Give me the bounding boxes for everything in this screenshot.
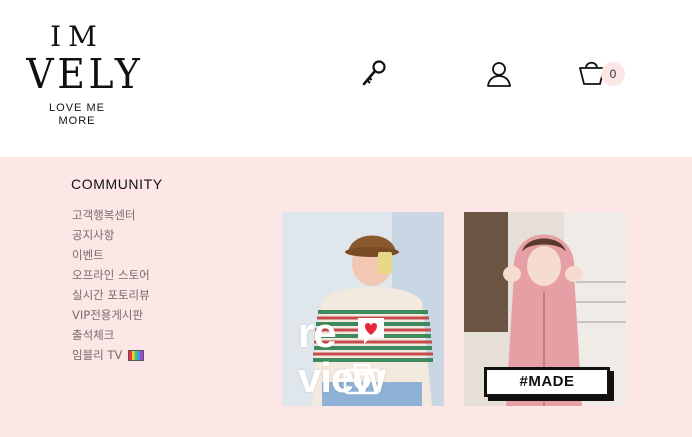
user-icon[interactable] xyxy=(485,60,513,88)
community-heading: COMMUNITY xyxy=(71,176,163,192)
menu-item-label: 임블리 TV xyxy=(72,348,123,362)
menu-item-event[interactable]: 이벤트 xyxy=(72,245,150,265)
menu-item-photo-review[interactable]: 실시간 포토리뷰 xyxy=(72,285,150,305)
menu-item-notice[interactable]: 공지사항 xyxy=(72,225,150,245)
menu-item-label: 고객행복센터 xyxy=(72,208,136,222)
community-menu: 고객행복센터 공지사항 이벤트 오프라인 스토어 실시간 포토리뷰 VIP전용게… xyxy=(72,205,150,365)
heart-bubble-icon xyxy=(358,318,384,344)
menu-item-offline-store[interactable]: 오프라인 스토어 xyxy=(72,265,150,285)
cart-count-badge[interactable]: 0 xyxy=(601,62,625,86)
made-banner[interactable]: #MADE xyxy=(464,212,626,406)
brand-logo[interactable]: IM VELY LOVE ME MORE xyxy=(22,20,144,128)
site-header: IM VELY LOVE ME MORE 0 xyxy=(0,0,692,157)
menu-item-label: 실시간 포토리뷰 xyxy=(72,288,150,302)
review-word-top: re xyxy=(298,309,337,356)
menu-item-label: 오프라인 스토어 xyxy=(72,268,150,282)
logo-tagline-2: MORE xyxy=(58,115,96,127)
logo-line-2: VELY xyxy=(26,50,144,98)
menu-item-attendance[interactable]: 출석체크 xyxy=(72,325,150,345)
menu-item-customer-center[interactable]: 고객행복센터 xyxy=(72,205,150,225)
key-icon[interactable] xyxy=(360,58,388,88)
menu-item-label: 이벤트 xyxy=(72,248,104,262)
menu-item-label: 공지사항 xyxy=(72,228,115,242)
review-banner[interactable]: re view xyxy=(282,212,444,406)
camera-icon xyxy=(343,363,381,395)
menu-item-label: VIP전용게시판 xyxy=(72,308,144,322)
logo-tagline-1: LOVE ME xyxy=(49,102,105,114)
logo-line-1: IM xyxy=(50,20,104,53)
tv-color-bars-icon xyxy=(128,350,145,361)
menu-item-vip-board[interactable]: VIP전용게시판 xyxy=(72,305,150,325)
menu-item-label: 출석체크 xyxy=(72,328,115,342)
menu-item-imvely-tv[interactable]: 임블리 TV xyxy=(72,345,150,365)
made-label: #MADE xyxy=(484,367,610,397)
